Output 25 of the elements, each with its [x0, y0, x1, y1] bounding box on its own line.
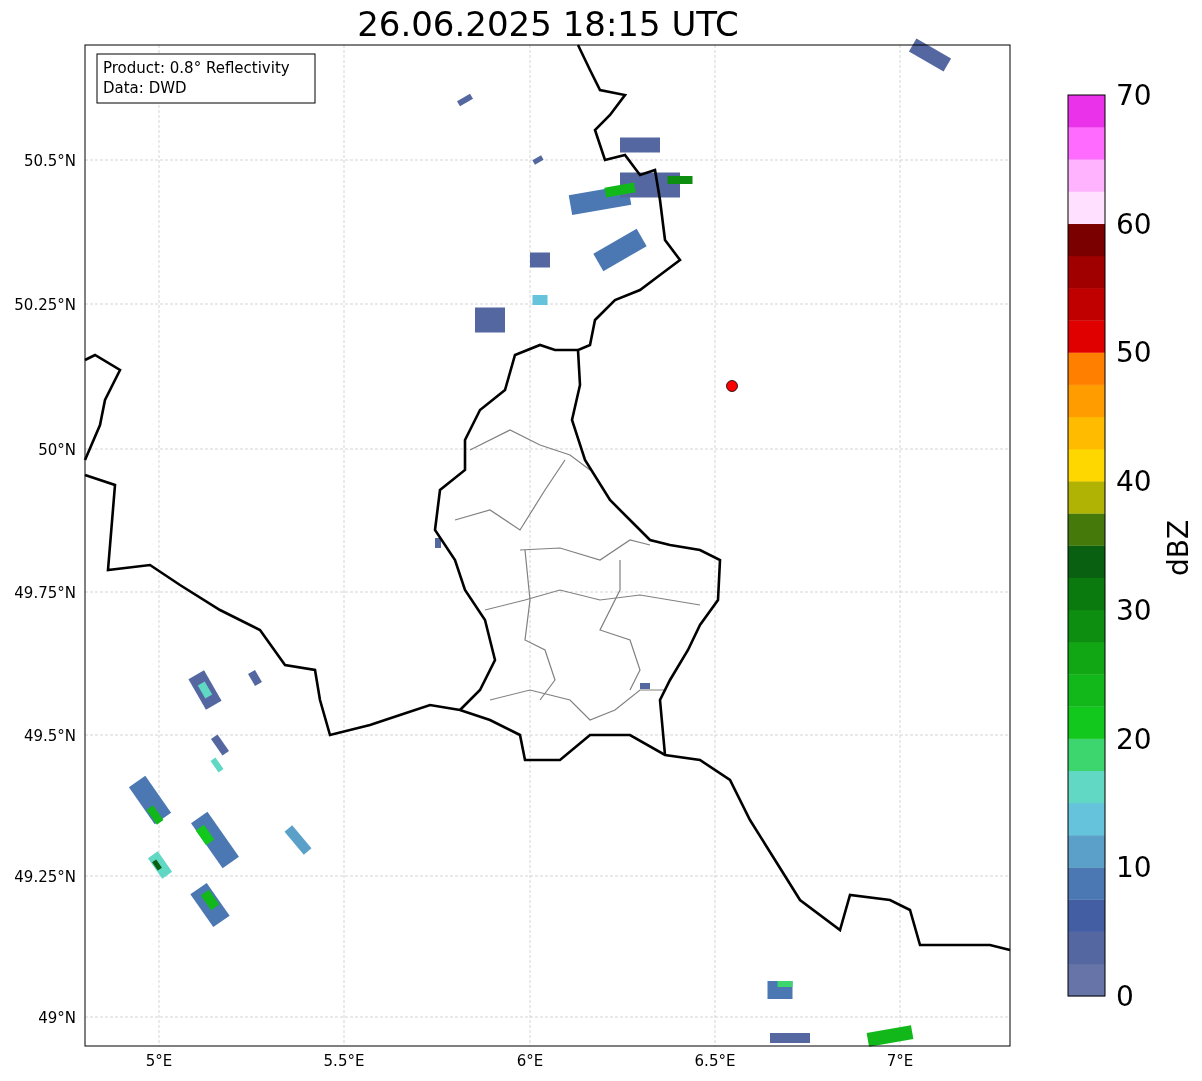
y-tick-label: 49°N — [38, 1009, 76, 1027]
y-tick-label: 49.5°N — [23, 727, 76, 745]
colorbar-tick-label: 60 — [1116, 207, 1152, 241]
x-tick-label: 7°E — [886, 1052, 914, 1070]
info-text: Data: DWD — [103, 79, 187, 97]
y-tick-label: 49.25°N — [14, 868, 76, 886]
colorbar-tick-label: 10 — [1116, 851, 1152, 885]
colorbar-tick-label: 20 — [1116, 722, 1152, 756]
colorbar-tick-label: 40 — [1116, 465, 1152, 499]
location-marker — [726, 380, 738, 392]
y-tick-label: 49.75°N — [14, 584, 76, 602]
plot-title: 26.06.2025 18:15 UTC — [357, 4, 739, 44]
colorbar-label: dBZ — [1162, 519, 1195, 577]
colorbar-tick-label: 50 — [1116, 336, 1152, 370]
colorbar-tick-label: 0 — [1116, 980, 1134, 1013]
x-tick-label: 6.5°E — [694, 1052, 736, 1070]
x-tick-label: 6°E — [516, 1052, 544, 1070]
colorbar-tick-label: 30 — [1116, 593, 1152, 627]
colorbar-tick-label: 70 — [1116, 79, 1152, 112]
info-text: Product: 0.8° Reflectivity — [103, 59, 290, 77]
y-tick-label: 50°N — [38, 441, 76, 459]
x-tick-label: 5°E — [145, 1052, 173, 1070]
x-tick-label: 5.5°E — [323, 1052, 365, 1070]
y-tick-label: 50.5°N — [23, 152, 76, 170]
y-tick-label: 50.25°N — [14, 296, 76, 314]
